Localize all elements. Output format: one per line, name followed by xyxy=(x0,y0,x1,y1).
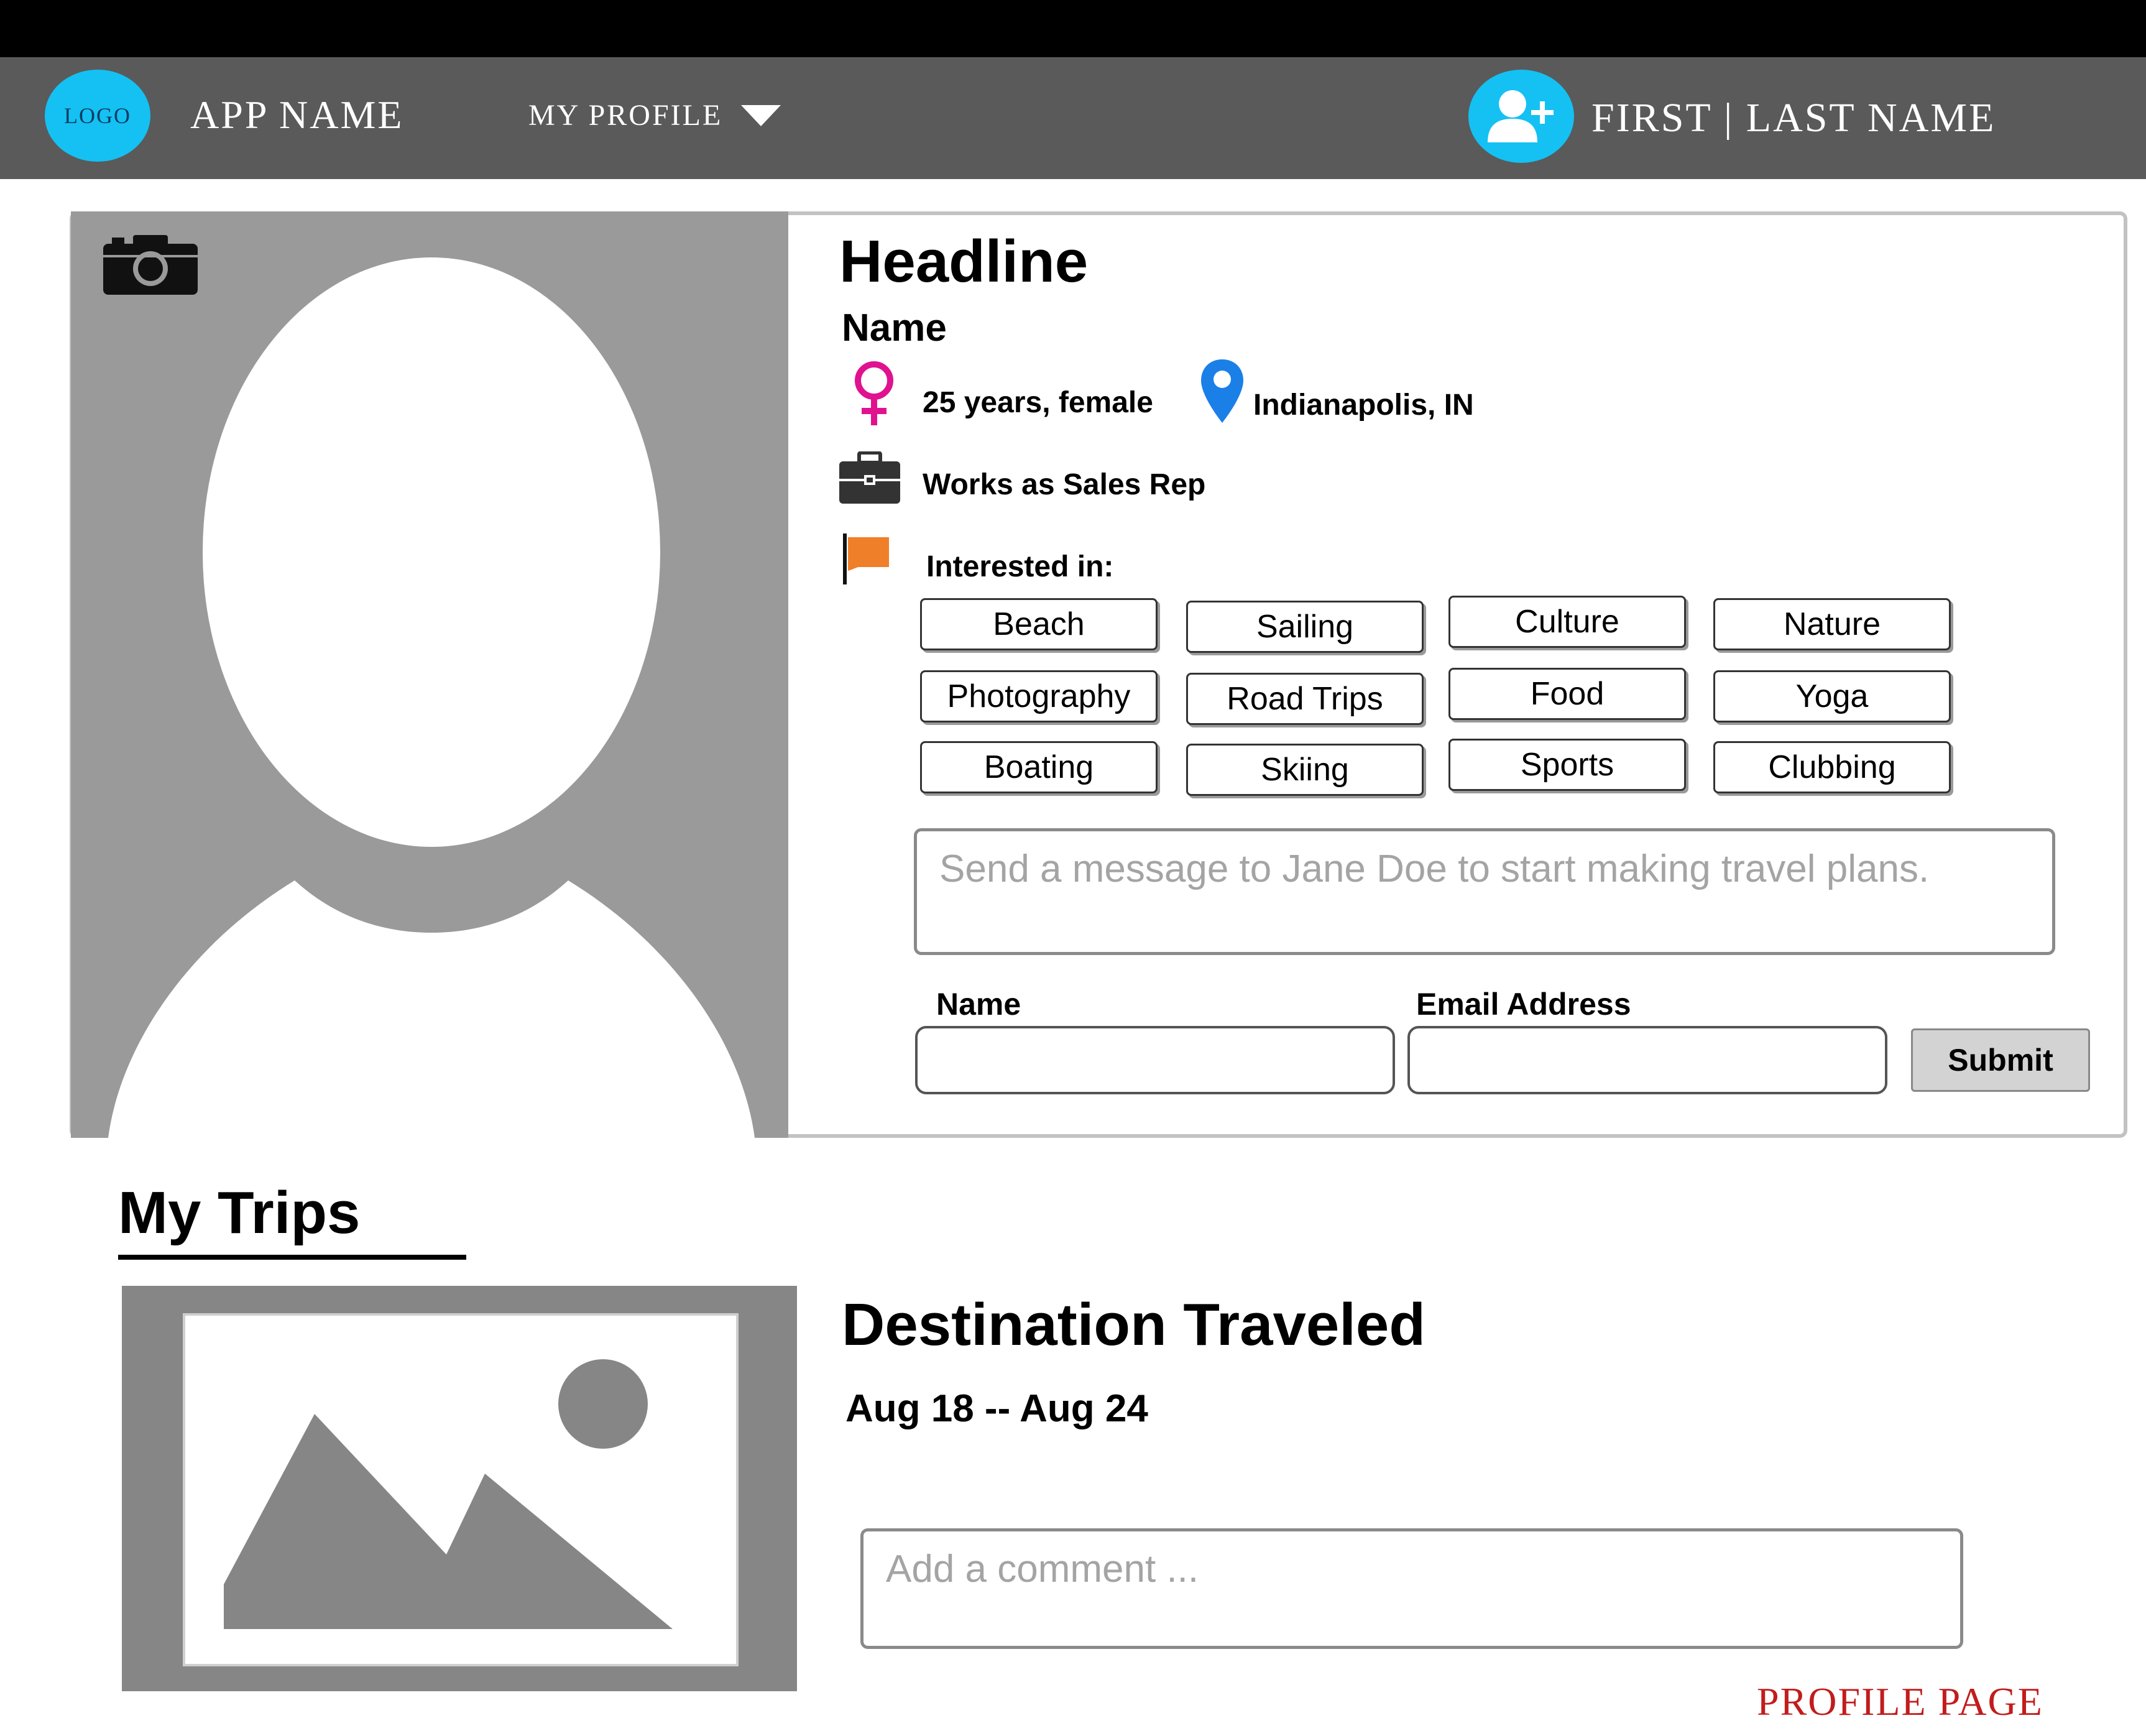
interest-chip[interactable]: Road Trips xyxy=(1186,673,1424,725)
female-symbol-icon xyxy=(855,361,893,425)
page-caption: PROFILE PAGE xyxy=(1757,1679,2043,1724)
occupation: Works as Sales Rep xyxy=(923,468,1206,501)
interest-chip[interactable]: Boating xyxy=(920,741,1158,793)
comment-placeholder: Add a comment ... xyxy=(886,1548,1199,1591)
location-pin-icon xyxy=(1201,359,1243,423)
add-user-button[interactable] xyxy=(1468,70,1574,163)
app-name[interactable]: APP NAME xyxy=(190,92,403,138)
interests-label: Interested in: xyxy=(926,550,1114,583)
camera-icon[interactable] xyxy=(102,234,199,296)
profile-name: Name xyxy=(842,307,947,349)
comment-textarea[interactable]: Add a comment ... xyxy=(860,1528,1963,1649)
email-field[interactable] xyxy=(1407,1026,1887,1094)
interest-chip[interactable]: Skiing xyxy=(1186,744,1424,796)
age-gender: 25 years, female xyxy=(923,386,1153,419)
my-profile-label: MY PROFILE xyxy=(528,99,723,132)
interest-chip[interactable]: Yoga xyxy=(1713,670,1951,723)
image-placeholder-icon xyxy=(183,1313,739,1666)
logo[interactable]: LOGO xyxy=(45,70,150,162)
destination-title: Destination Traveled xyxy=(842,1291,1425,1358)
submit-button[interactable]: Submit xyxy=(1911,1028,2090,1092)
profile-headline: Headline xyxy=(839,228,1089,295)
briefcase-icon xyxy=(839,451,900,504)
message-textarea[interactable]: Send a message to Jane Doe to start maki… xyxy=(914,828,2055,955)
avatar-silhouette-icon xyxy=(108,257,755,1138)
interest-chip[interactable]: Clubbing xyxy=(1713,741,1951,793)
message-placeholder: Send a message to Jane Doe to start maki… xyxy=(939,847,1930,890)
profile-photo-placeholder xyxy=(71,211,788,1138)
interest-chip[interactable]: Sports xyxy=(1448,739,1686,791)
top-black-bar xyxy=(0,0,2146,57)
my-trips-underline xyxy=(118,1255,466,1260)
interest-chip[interactable]: Photography xyxy=(920,670,1158,723)
trip-dates: Aug 18 -- Aug 24 xyxy=(845,1387,1148,1430)
flag-icon xyxy=(843,533,889,584)
logo-text: LOGO xyxy=(64,103,131,128)
interest-chip[interactable]: Food xyxy=(1448,668,1686,720)
my-profile-menu[interactable]: MY PROFILE xyxy=(528,98,781,132)
interest-chip[interactable]: Nature xyxy=(1713,598,1951,650)
name-field-label: Name xyxy=(936,987,1021,1022)
interest-chip[interactable]: Culture xyxy=(1448,596,1686,648)
my-trips-heading: My Trips xyxy=(118,1180,361,1246)
chevron-down-icon xyxy=(741,104,781,126)
interest-chip[interactable]: Beach xyxy=(920,598,1158,650)
interest-chip[interactable]: Sailing xyxy=(1186,601,1424,653)
location: Indianapolis, IN xyxy=(1253,389,1474,422)
add-user-icon xyxy=(1488,90,1554,142)
user-name[interactable]: FIRST | LAST NAME xyxy=(1591,95,1996,142)
name-field[interactable] xyxy=(915,1026,1395,1094)
trip-image-placeholder[interactable] xyxy=(122,1286,797,1691)
email-field-label: Email Address xyxy=(1416,987,1631,1022)
